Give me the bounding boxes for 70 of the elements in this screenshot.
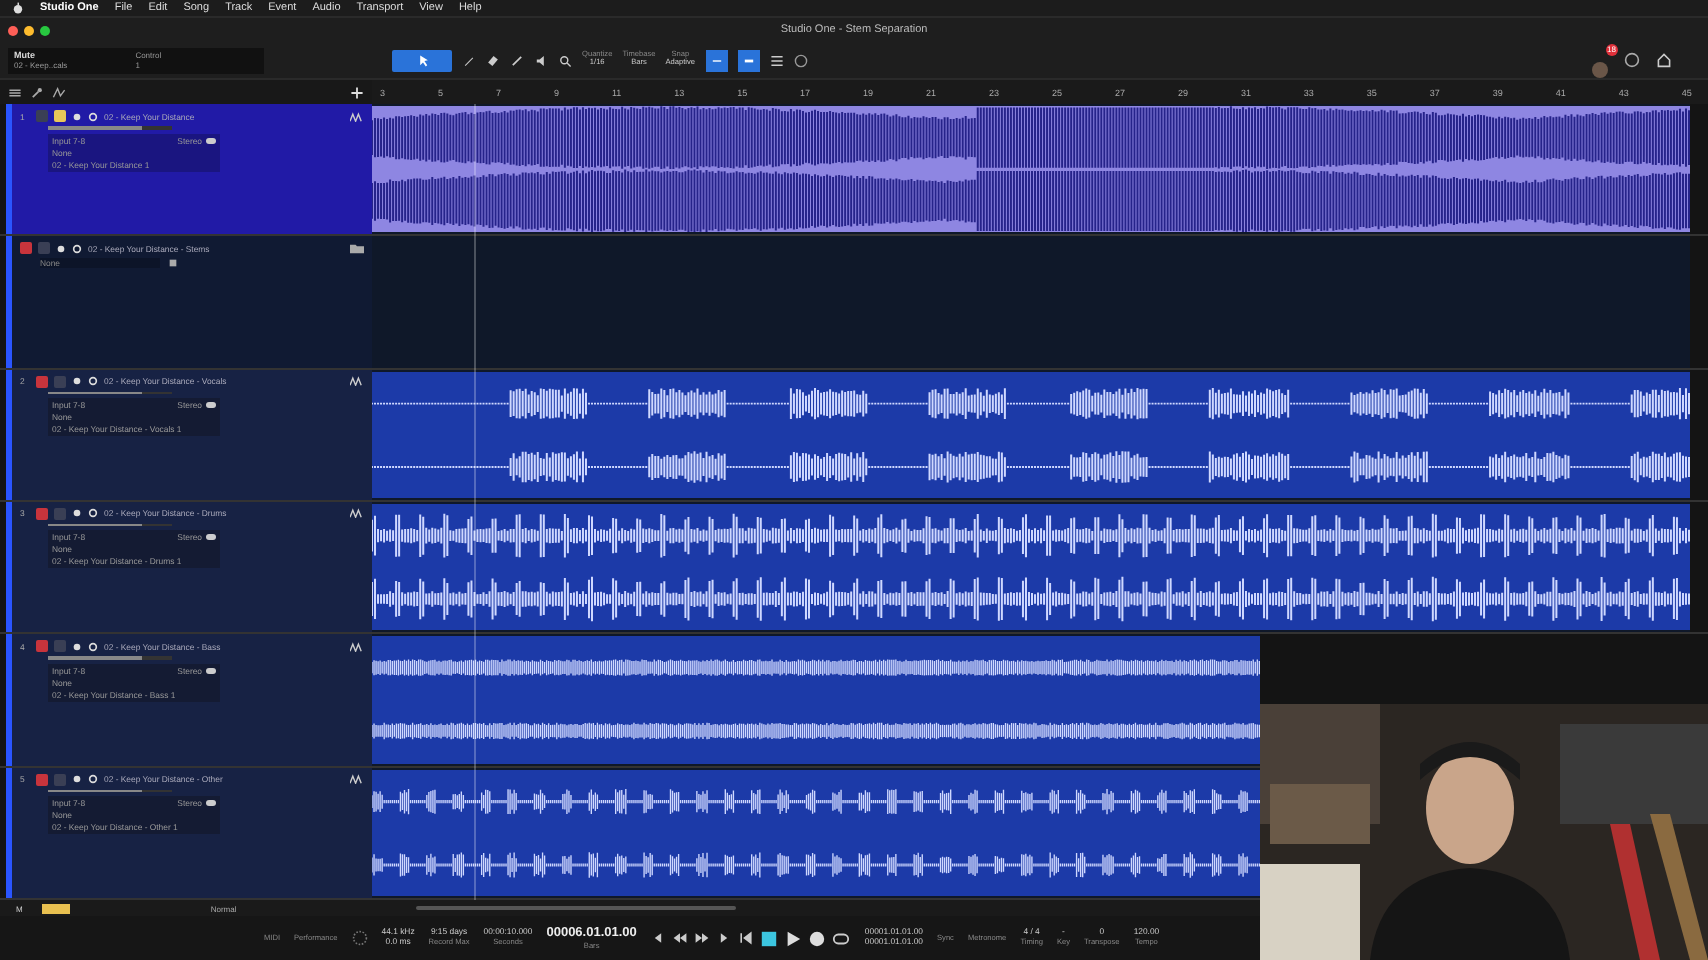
list-icon[interactable]	[8, 85, 22, 99]
record-icon[interactable]	[72, 641, 82, 652]
record-icon[interactable]	[72, 774, 82, 785]
eraser-icon[interactable]	[486, 53, 500, 67]
snap-toggle-button[interactable]	[705, 49, 728, 71]
help-icon[interactable]	[793, 53, 808, 67]
grid-icon[interactable]	[769, 53, 784, 67]
record-icon[interactable]	[808, 929, 827, 947]
line-tool-icon[interactable]	[510, 53, 524, 67]
waveform-icon[interactable]	[350, 376, 364, 387]
folder-icon[interactable]	[350, 243, 364, 254]
record-icon[interactable]	[72, 111, 82, 121]
home-icon[interactable]	[1656, 52, 1672, 68]
zoom-icon[interactable]	[558, 53, 572, 67]
stereo-toggle[interactable]	[206, 402, 216, 409]
solo-toggle[interactable]	[54, 773, 66, 786]
arrow-tool-button[interactable]	[392, 49, 452, 71]
mute-toggle[interactable]	[36, 773, 48, 786]
mute-toggle[interactable]	[36, 375, 48, 388]
waveform-icon[interactable]	[350, 508, 364, 519]
record-icon[interactable]	[56, 243, 66, 254]
avatar-icon[interactable]	[1592, 62, 1608, 78]
minimize-button[interactable]	[24, 25, 34, 35]
cpu-meter-icon	[351, 930, 368, 946]
zoom-button[interactable]	[40, 25, 50, 35]
color-swatch[interactable]	[42, 903, 71, 913]
circle-icon[interactable]	[1624, 52, 1640, 68]
stop-icon[interactable]	[760, 929, 779, 947]
monitor-icon[interactable]	[88, 641, 98, 652]
folder-settings-icon[interactable]	[168, 258, 178, 269]
monitor-icon[interactable]	[88, 111, 98, 121]
waveform-icon[interactable]	[350, 111, 364, 121]
waveform-icon[interactable]	[350, 641, 364, 652]
stereo-toggle[interactable]	[206, 137, 216, 143]
pencil-icon[interactable]	[462, 53, 476, 67]
speaker-icon[interactable]	[534, 53, 548, 67]
monitor-icon[interactable]	[88, 774, 98, 785]
automation-icon[interactable]	[52, 85, 66, 99]
forward-icon[interactable]	[716, 930, 733, 946]
fast-forward-icon[interactable]	[694, 930, 711, 946]
stereo-toggle[interactable]	[206, 534, 216, 541]
play-icon[interactable]	[784, 929, 803, 947]
stereo-toggle[interactable]	[206, 800, 216, 807]
monitor-icon[interactable]	[88, 376, 98, 387]
record-icon[interactable]	[72, 508, 82, 519]
rewind-to-start-icon[interactable]	[650, 930, 667, 946]
solo-toggle[interactable]	[38, 242, 50, 255]
monitor-icon[interactable]	[72, 243, 82, 254]
mute-toggle[interactable]	[36, 110, 48, 122]
arrow-icon	[415, 53, 429, 67]
mute-toggle[interactable]	[36, 507, 48, 520]
horizontal-scrollbar[interactable]	[416, 906, 737, 910]
record-icon[interactable]	[72, 376, 82, 387]
apple-icon[interactable]	[12, 2, 24, 14]
solo-toggle[interactable]	[54, 640, 66, 653]
solo-toggle[interactable]	[54, 375, 66, 388]
stereo-toggle[interactable]	[206, 667, 216, 674]
mute-toggle[interactable]	[20, 242, 32, 255]
monitor-icon[interactable]	[88, 508, 98, 519]
close-button[interactable]	[8, 25, 18, 35]
mute-toggle[interactable]	[36, 640, 48, 653]
go-to-end-icon[interactable]	[738, 930, 755, 946]
add-track-icon[interactable]	[350, 85, 364, 99]
loop-icon[interactable]	[832, 929, 851, 947]
rewind-icon[interactable]	[672, 930, 689, 946]
wrench-icon[interactable]	[30, 85, 44, 99]
solo-toggle[interactable]	[54, 507, 66, 520]
waveform-icon[interactable]	[350, 774, 364, 785]
solo-toggle[interactable]	[54, 110, 66, 122]
ripple-button[interactable]	[737, 49, 760, 71]
